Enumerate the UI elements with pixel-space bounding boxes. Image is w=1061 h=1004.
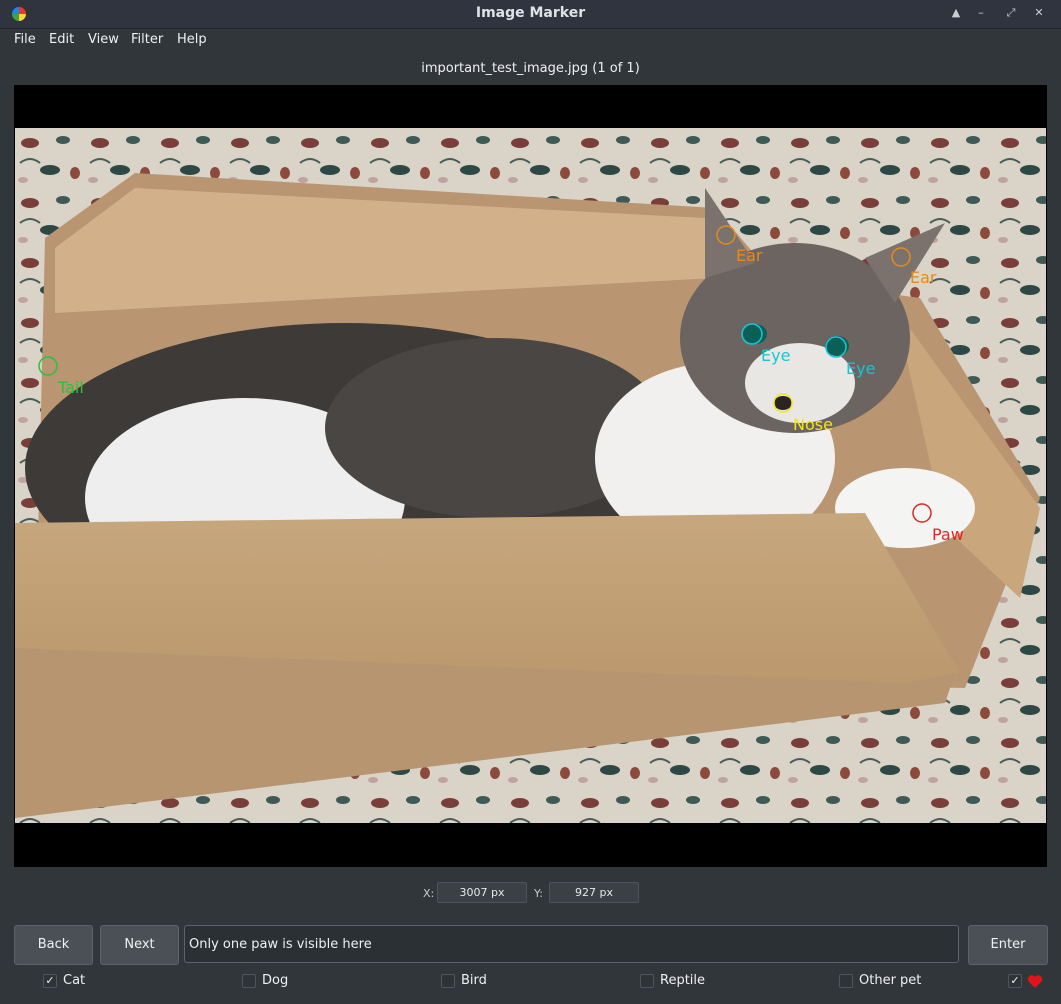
menu-view-label: View — [88, 32, 119, 47]
other-pet-label: Other pet — [859, 973, 922, 988]
reptile-checkbox[interactable] — [640, 974, 654, 988]
menu-file[interactable]: File — [14, 32, 36, 47]
bird-checkbox[interactable] — [441, 974, 455, 988]
next-button[interactable]: Next — [100, 925, 179, 965]
category-checkboxes: ✓ Cat Dog Bird Reptile Other pet ✓ — [0, 972, 1061, 992]
menu-filter[interactable]: Filter — [131, 32, 163, 47]
menu-edit-label: Edit — [49, 32, 75, 47]
restore-button[interactable]: ⤢ — [1003, 5, 1019, 21]
keep-above-button[interactable]: ▲ — [948, 5, 964, 21]
enter-button[interactable]: Enter — [968, 925, 1048, 965]
eye-label-1: Eye — [761, 346, 790, 365]
menu-help[interactable]: Help — [177, 32, 207, 47]
menu-bar: File Edit View Filter Help — [0, 29, 1061, 51]
image-viewer[interactable]: Ear Ear Eye Eye Nose Tail Paw — [14, 85, 1047, 867]
cat-checkbox[interactable]: ✓ — [43, 974, 57, 988]
cat-label: Cat — [63, 973, 86, 988]
reptile-label: Reptile — [660, 973, 706, 988]
other-pet-checkbox[interactable] — [839, 974, 853, 988]
image-file-label: important_test_image.jpg (1 of 1) — [421, 61, 640, 76]
paw-label: Paw — [932, 525, 964, 544]
menu-file-label: File — [14, 32, 36, 47]
ear-label-1: Ear — [736, 246, 763, 265]
eye-label-2: Eye — [846, 359, 875, 378]
title-bar: Image Marker ▲ – ⤢ ✕ — [0, 0, 1061, 29]
y-coordinate-field: 927 px — [549, 882, 639, 903]
minimize-button[interactable]: – — [973, 5, 989, 21]
menu-view[interactable]: View — [88, 32, 119, 47]
menu-help-label: Help — [177, 32, 207, 47]
dog-checkbox[interactable] — [242, 974, 256, 988]
tail-label: Tail — [57, 378, 84, 397]
x-coordinate-field: 3007 px — [437, 882, 527, 903]
window-title: Image Marker — [475, 5, 586, 21]
close-button[interactable]: ✕ — [1031, 5, 1047, 21]
x-label: X: — [423, 887, 435, 900]
dog-label: Dog — [262, 973, 289, 988]
cat-photo[interactable]: Ear Ear Eye Eye Nose Tail Paw — [15, 128, 1046, 823]
menu-filter-label: Filter — [131, 32, 164, 47]
ear-label-2: Ear — [910, 268, 937, 287]
comment-input[interactable]: Only one paw is visible here — [184, 925, 959, 963]
bird-label: Bird — [461, 973, 487, 988]
menu-edit[interactable]: Edit — [49, 32, 74, 47]
nose-label: Nose — [793, 415, 833, 434]
coordinate-readout: X: 3007 px Y: 927 px — [0, 882, 1061, 904]
y-label: Y: — [534, 887, 543, 900]
favorite-checkbox[interactable]: ✓ — [1008, 974, 1022, 988]
heart-icon — [1027, 975, 1043, 988]
back-button[interactable]: Back — [14, 925, 93, 965]
